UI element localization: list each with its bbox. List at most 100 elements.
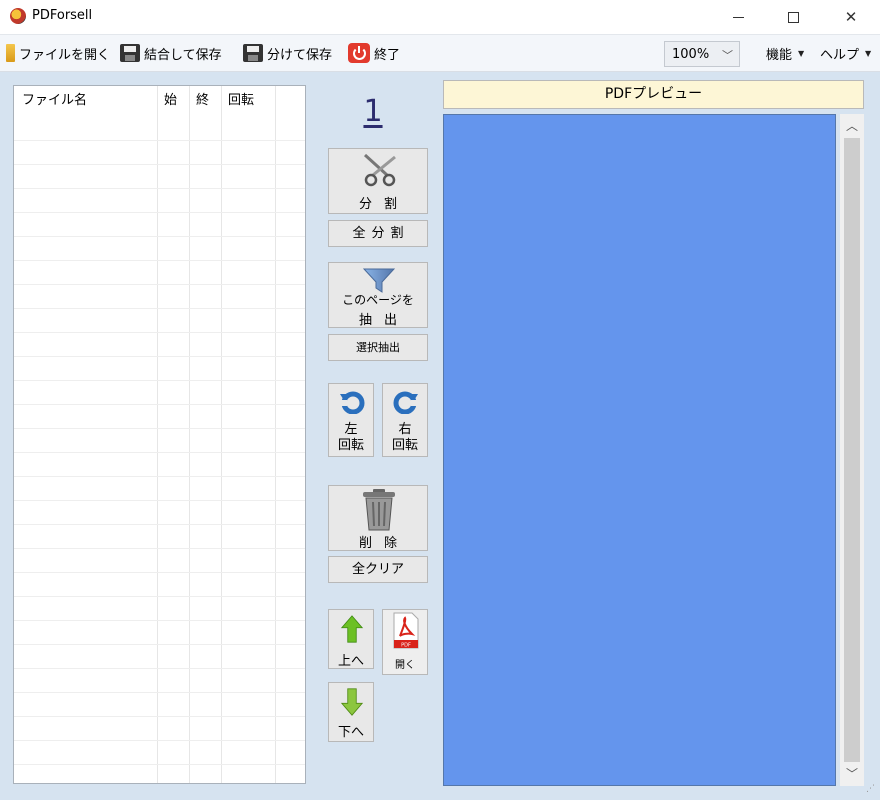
row-divider bbox=[14, 596, 305, 597]
rotate-left-button[interactable]: 左 回転 bbox=[328, 383, 374, 457]
maximize-icon bbox=[787, 11, 799, 23]
row-divider bbox=[14, 164, 305, 165]
column-header-filename[interactable]: ファイル名 bbox=[16, 86, 87, 116]
row-divider bbox=[14, 476, 305, 477]
exit-menu[interactable]: 終了 bbox=[348, 41, 400, 65]
zoom-select[interactable]: 100% ﹀ bbox=[664, 41, 740, 67]
title-bar: PDForsell ✕ bbox=[0, 0, 880, 34]
trash-icon bbox=[363, 489, 395, 531]
open-pdf-label: 開く bbox=[395, 660, 415, 671]
open-file-label: ファイルを開く bbox=[19, 47, 111, 63]
split-label: 分割 bbox=[358, 197, 409, 212]
scissors-icon bbox=[363, 153, 396, 187]
preview-scrollbar[interactable]: ︿ ﹀ bbox=[840, 114, 864, 786]
exit-label: 終了 bbox=[374, 47, 401, 63]
pdf-icon: PDF bbox=[393, 612, 419, 649]
funnel-icon bbox=[363, 268, 395, 293]
column-header-end[interactable]: 終 bbox=[190, 86, 209, 116]
row-divider bbox=[14, 308, 305, 309]
row-divider bbox=[14, 452, 305, 453]
row-divider bbox=[14, 236, 305, 237]
help-label: ヘルプ bbox=[820, 47, 860, 63]
menu-bar: ファイルを開く 結合して保存 分けて保存 終了 100% ﹀ 機能 ▼ ヘルプ … bbox=[0, 34, 880, 72]
rotate-left-label-2: 回転 bbox=[337, 438, 364, 453]
column-divider bbox=[189, 86, 190, 783]
caret-down-icon: ▼ bbox=[798, 48, 805, 58]
clear-all-label: 全クリア bbox=[351, 562, 404, 577]
extract-page-button[interactable]: このページを 抽出 bbox=[328, 262, 428, 328]
rotate-left-icon bbox=[339, 391, 365, 414]
open-pdf-button[interactable]: PDF 開く bbox=[382, 609, 428, 675]
split-save-menu[interactable]: 分けて保存 bbox=[243, 41, 332, 65]
split-save-label: 分けて保存 bbox=[267, 47, 333, 63]
row-divider bbox=[14, 428, 305, 429]
row-divider bbox=[14, 380, 305, 381]
resize-grip-icon[interactable]: ⋰ bbox=[866, 784, 876, 794]
scroll-thumb[interactable] bbox=[844, 138, 860, 762]
pdf-preview-header: PDFプレビュー bbox=[443, 80, 864, 109]
extract-selected-button[interactable]: 選択抽出 bbox=[328, 334, 428, 361]
pdf-badge-text: PDF bbox=[401, 643, 411, 649]
column-header-start[interactable]: 始 bbox=[158, 86, 177, 116]
close-button[interactable]: ✕ bbox=[828, 0, 874, 34]
rotate-right-button[interactable]: 右 回転 bbox=[382, 383, 428, 457]
row-divider bbox=[14, 620, 305, 621]
row-divider bbox=[14, 500, 305, 501]
row-divider bbox=[14, 284, 305, 285]
column-divider bbox=[221, 86, 222, 783]
scroll-down-icon[interactable]: ﹀ bbox=[840, 764, 864, 784]
row-divider bbox=[14, 716, 305, 717]
merge-save-menu[interactable]: 結合して保存 bbox=[120, 41, 222, 65]
row-divider bbox=[14, 212, 305, 213]
row-divider bbox=[14, 140, 305, 141]
zoom-value: 100% bbox=[672, 46, 710, 62]
arrow-down-icon bbox=[340, 688, 364, 716]
row-divider bbox=[14, 668, 305, 669]
extract-label-1: このページを bbox=[342, 293, 414, 307]
row-divider bbox=[14, 740, 305, 741]
delete-label: 削除 bbox=[358, 536, 409, 551]
move-up-button[interactable]: 上へ bbox=[328, 609, 374, 669]
row-divider bbox=[14, 332, 305, 333]
file-icon bbox=[6, 44, 15, 62]
window-title: PDForsell bbox=[32, 8, 93, 23]
save-disk-icon bbox=[120, 44, 140, 62]
row-divider bbox=[14, 356, 305, 357]
save-disk-icon bbox=[243, 44, 263, 62]
merge-save-label: 結合して保存 bbox=[144, 47, 222, 63]
functions-menu[interactable]: 機能 ▼ bbox=[766, 41, 804, 65]
move-down-label: 下へ bbox=[337, 725, 364, 740]
scroll-up-icon[interactable]: ︿ bbox=[840, 116, 864, 136]
split-button[interactable]: 分割 bbox=[328, 148, 428, 214]
caret-down-icon: ▼ bbox=[865, 48, 872, 58]
rotate-right-icon bbox=[393, 391, 419, 414]
column-divider bbox=[157, 86, 158, 783]
clear-all-button[interactable]: 全クリア bbox=[328, 556, 428, 583]
app-icon bbox=[10, 8, 26, 24]
move-up-label: 上へ bbox=[337, 654, 364, 669]
extract-selected-label: 選択抽出 bbox=[356, 341, 400, 354]
row-divider bbox=[14, 572, 305, 573]
maximize-button[interactable] bbox=[770, 0, 816, 34]
main-panel: ファイル名 始 終 回転 1 分割 全分割 このページを 抽出 選択抽出 左 回… bbox=[0, 72, 880, 800]
minimize-icon bbox=[732, 16, 744, 18]
help-menu[interactable]: ヘルプ ▼ bbox=[820, 41, 871, 65]
file-table[interactable]: ファイル名 始 終 回転 bbox=[13, 85, 306, 784]
split-all-button[interactable]: 全分割 bbox=[328, 220, 428, 247]
row-divider bbox=[14, 692, 305, 693]
row-divider bbox=[14, 524, 305, 525]
row-divider bbox=[14, 188, 305, 189]
minimize-button[interactable] bbox=[715, 0, 761, 34]
page-number: 1 bbox=[363, 94, 383, 129]
delete-button[interactable]: 削除 bbox=[328, 485, 428, 551]
row-divider bbox=[14, 548, 305, 549]
pdf-preview-canvas[interactable] bbox=[443, 114, 836, 786]
column-header-rotate[interactable]: 回転 bbox=[222, 86, 254, 116]
row-divider bbox=[14, 260, 305, 261]
arrow-up-icon bbox=[340, 615, 364, 643]
functions-label: 機能 bbox=[766, 47, 793, 63]
row-divider bbox=[14, 764, 305, 765]
move-down-button[interactable]: 下へ bbox=[328, 682, 374, 742]
row-divider bbox=[14, 644, 305, 645]
open-file-menu[interactable]: ファイルを開く bbox=[6, 41, 110, 65]
